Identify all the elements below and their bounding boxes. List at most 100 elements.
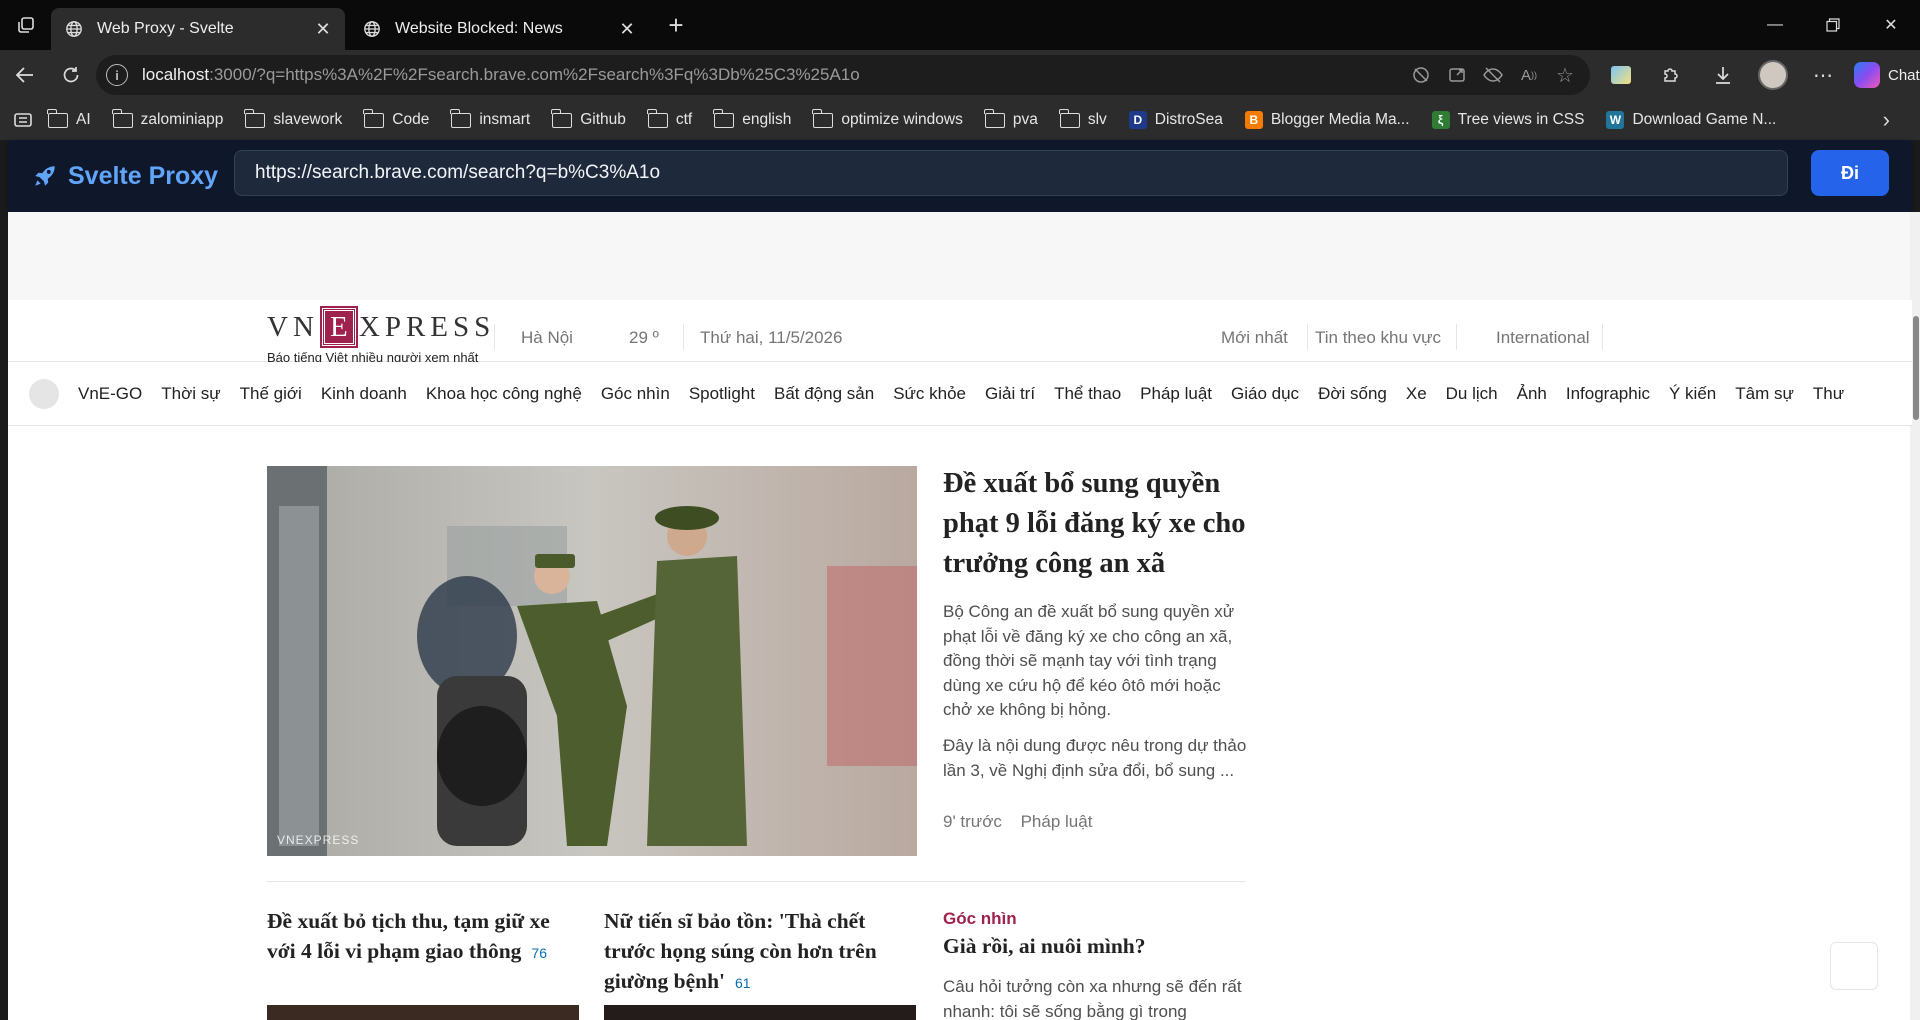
regional-news-link[interactable]: Tin theo khu vực [1315,328,1441,348]
folder-icon [47,108,68,128]
nav-item[interactable]: Infographic [1566,384,1650,404]
read-aloud-icon[interactable]: A)) [1518,64,1540,86]
nav-item[interactable]: Tâm sự [1735,384,1794,404]
feature-headline[interactable]: Đề xuất bổ sung quyền phạt 9 lỗi đăng ký… [943,464,1263,584]
bookmark-insmart[interactable]: insmart [443,105,538,135]
folder-icon [450,108,472,128]
nav-item[interactable]: Ý kiến [1669,384,1716,404]
favorite-star-icon[interactable]: ☆ [1554,64,1576,87]
nav-item[interactable]: Thời sự [161,384,220,404]
bookmark-github[interactable]: Github [544,105,634,135]
nav-item[interactable]: Kinh doanh [321,384,407,404]
feature-image[interactable]: VNEXPRESS [267,466,917,856]
bookmark-tree-views-in-css[interactable]: ξ Tree views in CSS [1424,105,1593,135]
opinion-headline[interactable]: Già rồi, ai nuôi mình? [943,934,1146,959]
tab-actions-icon[interactable] [9,8,43,42]
tab-web-proxy[interactable]: Web Proxy - Svelte ✕ [51,8,345,50]
bookmark-download-game-n[interactable]: W Download Game N... [1598,105,1784,135]
bookmark-zalominiapp[interactable]: zalominiapp [105,105,232,135]
bookmark-optimize-windows[interactable]: optimize windows [805,105,970,135]
new-tab-icon[interactable]: + [659,8,693,42]
downloads-icon[interactable] [1698,50,1748,100]
sub-story-2-thumbnail[interactable] [604,1005,916,1020]
divider [1602,324,1603,350]
tracking-prevention-icon[interactable] [1410,64,1432,86]
profile-avatar[interactable] [1748,50,1798,100]
bookmark-code[interactable]: Code [356,105,437,135]
vnexpress-logo[interactable]: VN E XPRESS [267,306,495,348]
bookmark-ctf[interactable]: ctf [640,105,700,135]
category-link[interactable]: Pháp luật [1021,812,1093,831]
globe-icon [63,18,85,40]
proxy-url-input[interactable]: https://search.brave.com/search?q=b%C3%A… [234,150,1788,196]
folder-icon [713,108,735,128]
floating-action-button[interactable] [1830,942,1878,990]
bookmark-english[interactable]: english [706,105,799,135]
bookmark-blogger-media-ma[interactable]: B Blogger Media Ma... [1237,105,1418,135]
reading-list-icon[interactable] [6,105,40,135]
nav-item[interactable]: Thư [1813,384,1844,404]
international-link[interactable]: International [1496,328,1590,348]
category-nav: VnE-GO Thời sự Thế giới Kinh doanh Khoa học … [8,362,1912,426]
bookmark-label: english [742,111,792,128]
comment-count[interactable]: 76 [531,945,547,961]
site-info-icon[interactable]: i [106,64,128,86]
close-window-icon[interactable]: ✕ [1862,0,1920,50]
latest-news-link[interactable]: Mới nhất [1221,328,1288,348]
bookmark-slavework[interactable]: slavework [237,105,350,135]
nav-item[interactable]: VnE-GO [78,384,142,404]
nav-item[interactable]: Thể thao [1054,384,1121,404]
tab-title: Web Proxy - Svelte [97,20,234,37]
nav-item[interactable]: Giải trí [985,384,1035,404]
nav-item[interactable]: Đời sống [1318,384,1387,404]
eye-off-icon[interactable] [1482,64,1504,86]
bookmarks-overflow-icon[interactable]: › [1883,100,1890,140]
chat-label: Chat [1888,66,1920,84]
go-button[interactable]: Đi [1811,150,1889,196]
reload-icon[interactable] [52,56,90,94]
blogger-favicon: B [1244,111,1263,129]
bookmark-slv[interactable]: slv [1052,105,1115,135]
nav-item[interactable]: Du lịch [1446,384,1498,404]
restore-icon[interactable] [1804,0,1862,50]
close-tab-icon[interactable]: ✕ [617,19,637,39]
sub-story-2-headline[interactable]: Nữ tiến sĩ bảo tồn: 'Thà chết trước họng… [604,906,916,998]
nav-item[interactable]: Ảnh [1517,384,1547,404]
address-url: localhost:3000/?q=https%3A%2F%2Fsearch.b… [142,65,860,84]
bookmark-label: ctf [675,111,693,128]
minimize-icon[interactable]: — [1746,0,1804,50]
tree-favicon: ξ [1431,111,1450,129]
nav-item[interactable]: Thế giới [240,384,302,404]
scroll-thumb[interactable] [1913,316,1919,420]
nav-item[interactable]: Sức khỏe [893,384,966,404]
address-bar-actions: A)) ☆ [1410,55,1576,95]
close-tab-icon[interactable]: ✕ [313,19,333,39]
bookmark-distrosea[interactable]: D DistroSea [1121,105,1231,135]
image-extension-icon[interactable] [1596,50,1646,100]
nav-item[interactable]: Spotlight [689,384,755,404]
nav-item[interactable]: Góc nhìn [601,384,670,404]
address-bar[interactable]: i localhost:3000/?q=https%3A%2F%2Fsearch… [96,55,1590,95]
bookmark-label: AI [76,111,91,128]
copilot-chat-button[interactable]: Chat [1854,62,1920,88]
wordpress-favicon: W [1606,111,1625,129]
folder-icon [363,108,385,128]
tab-website-blocked[interactable]: Website Blocked: News ✕ [349,8,649,50]
open-in-app-icon[interactable] [1446,64,1468,86]
bookmark-ai[interactable]: AI [40,105,99,135]
comment-count[interactable]: 61 [735,975,751,991]
nav-item[interactable]: Xe [1406,384,1427,404]
nav-item[interactable]: Giáo dục [1231,384,1299,404]
sub-story-1-thumbnail[interactable] [267,1005,579,1020]
nav-item[interactable]: Bất động sản [774,384,874,404]
more-menu-icon[interactable]: ⋯ [1798,50,1848,100]
opinion-category[interactable]: Góc nhìn [943,909,1017,929]
nav-item[interactable]: Khoa học công nghệ [426,384,582,404]
bookmark-label: insmart [479,111,531,128]
back-icon[interactable] [6,56,44,94]
extensions-puzzle-icon[interactable] [1646,50,1696,100]
nav-item[interactable]: Pháp luật [1140,384,1212,404]
home-icon[interactable] [29,378,59,409]
bookmark-pva[interactable]: pva [977,105,1046,135]
sub-story-1-headline[interactable]: Đề xuất bỏ tịch thu, tạm giữ xe với 4 lỗ… [267,906,567,968]
